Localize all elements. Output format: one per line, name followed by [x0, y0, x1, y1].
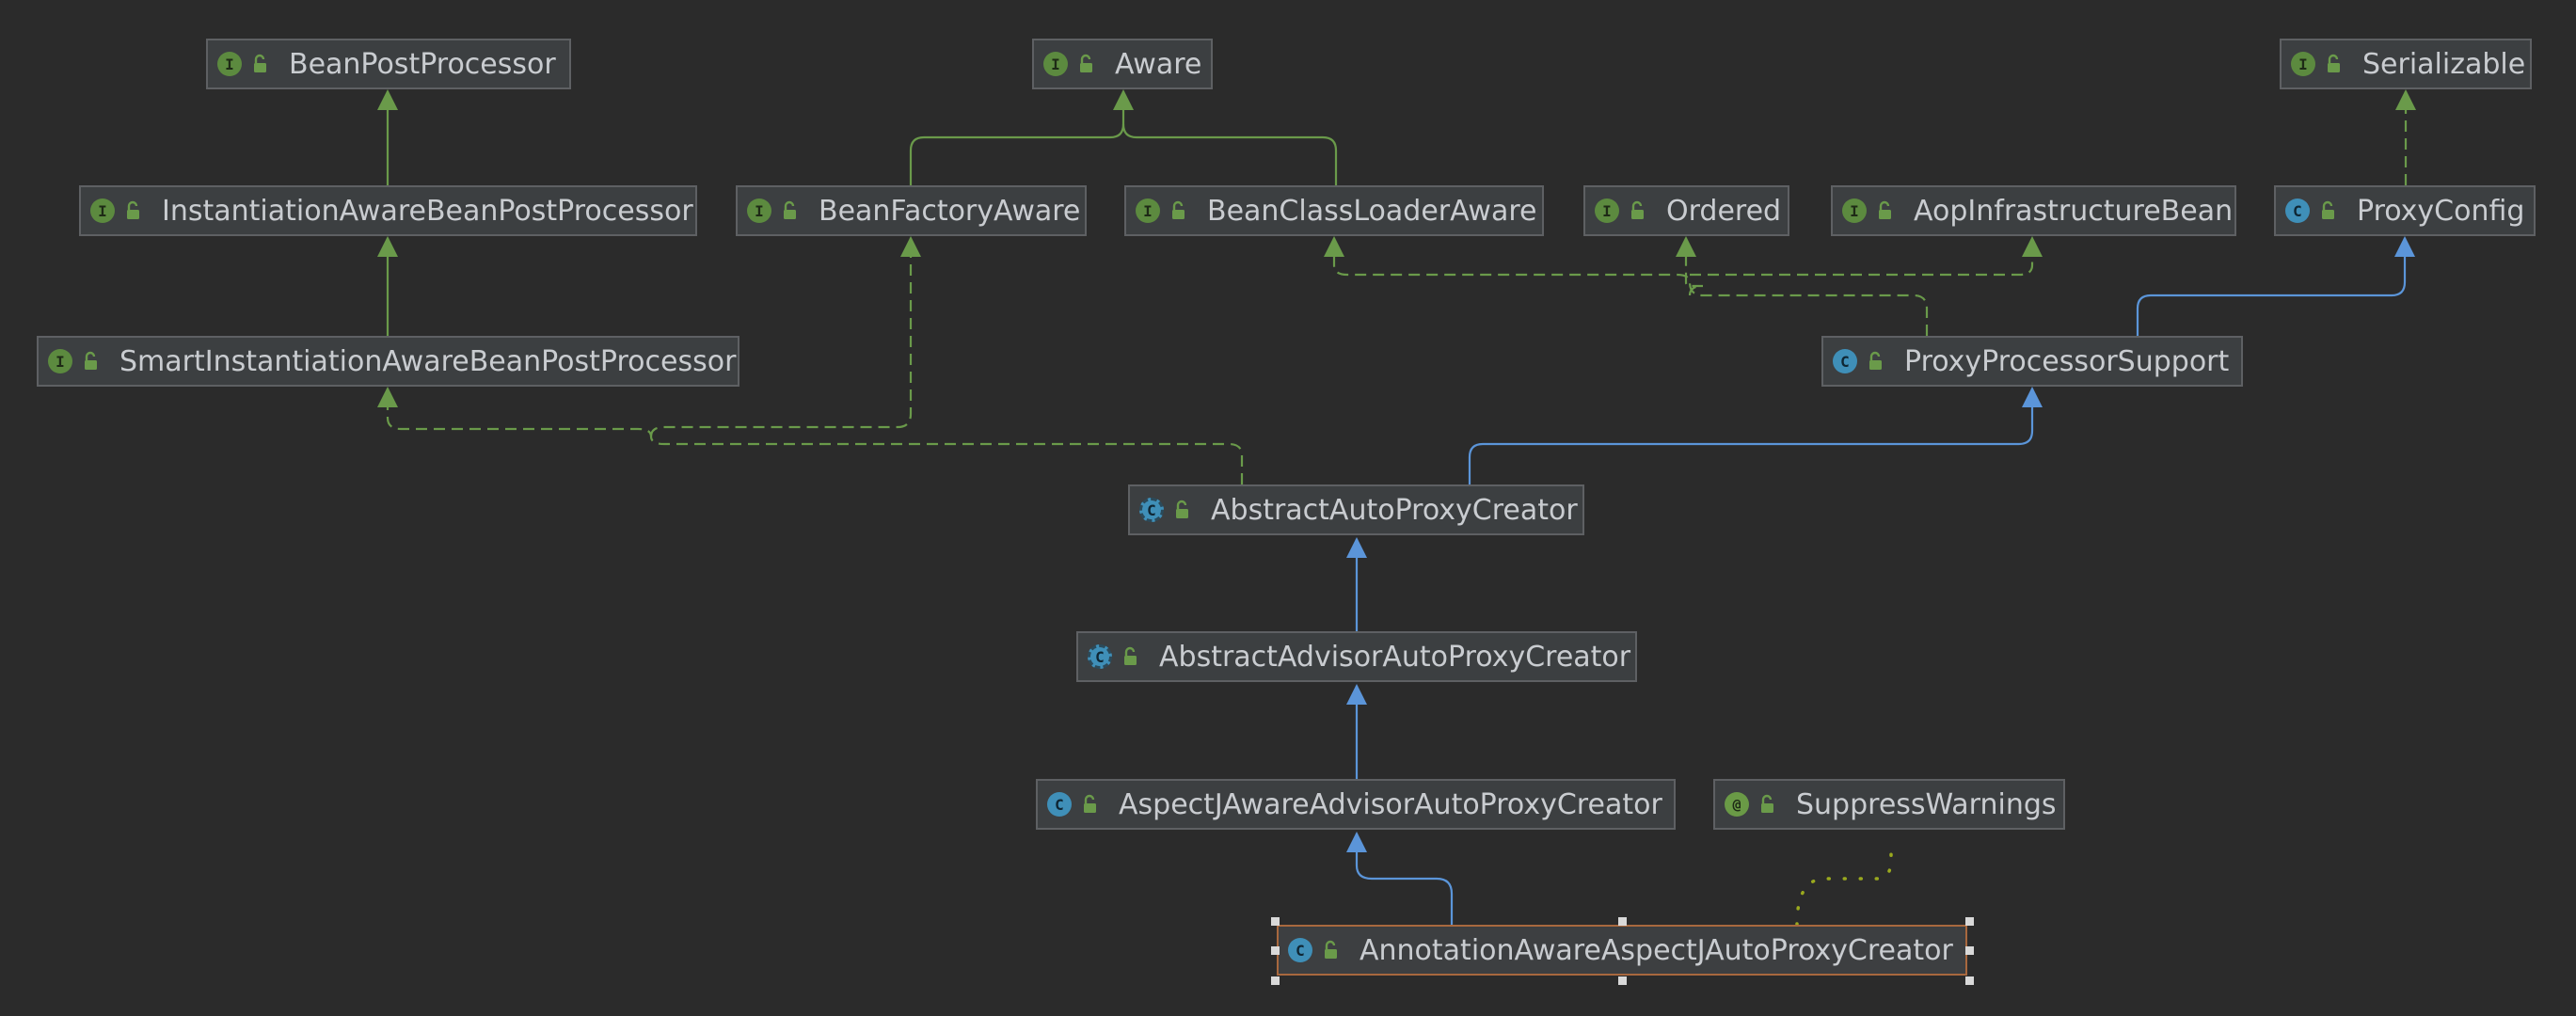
node-label: Aware [1115, 47, 1202, 81]
interface-icon: I [90, 198, 115, 223]
class-diagram-canvas[interactable]: I BeanPostProcessor I Aware I Serializable I In… [0, 0, 2576, 1016]
node-label: ProxyProcessorSupport [1904, 344, 2230, 378]
edge-annotated-aaajapc-to-sw [1795, 841, 1893, 927]
public-lock-icon [1631, 200, 1644, 219]
abstract-class-icon: C [1088, 644, 1112, 669]
node-ajaapc[interactable]: C AspectJAwareAdvisorAutoProxyCreator [1036, 779, 1676, 830]
node-bpp[interactable]: I BeanPostProcessor [206, 39, 571, 89]
class-icon: C [1288, 938, 1312, 962]
public-lock-icon [2322, 200, 2334, 219]
arrow-head [1324, 236, 1344, 257]
public-lock-icon [1325, 940, 1337, 959]
resize-handle[interactable] [1271, 917, 1280, 926]
arrow-head [900, 236, 921, 257]
edge-extends-aapc-to-pps [1468, 389, 2034, 484]
arrow-head [2022, 387, 2043, 407]
arrow-head [1676, 236, 1696, 257]
public-lock-icon [127, 200, 139, 219]
arrow-head [2394, 236, 2415, 257]
edge-extends-interface-bcla-to-aware [1121, 123, 1338, 185]
interface-icon: I [2291, 52, 2315, 76]
node-ordered[interactable]: I Ordered [1583, 185, 1789, 236]
node-label: AbstractAdvisorAutoProxyCreator [1159, 640, 1631, 674]
arrow-head [2022, 236, 2043, 257]
public-lock-icon [1761, 794, 1773, 813]
arrow-head [1113, 89, 1134, 110]
node-label: ProxyConfig [2357, 194, 2525, 228]
interface-icon: I [747, 198, 771, 223]
node-aaapc[interactable]: C AbstractAdvisorAutoProxyCreator [1076, 631, 1637, 682]
edge-implements-pps-to-bcla [1332, 238, 1929, 336]
edge-extends-interface-bfa-to-aware [909, 91, 1125, 185]
resize-handle[interactable] [1618, 976, 1627, 985]
public-lock-icon [2328, 54, 2340, 72]
arrow-head [2395, 89, 2416, 110]
public-lock-icon [85, 351, 97, 370]
resize-handle[interactable] [1271, 946, 1280, 955]
edge-implements-pps-to-aib [1690, 238, 2034, 277]
interface-icon: I [217, 52, 242, 76]
arrow-head [377, 89, 398, 110]
edge-extends-pps-to-proxyconfig [2136, 238, 2407, 336]
node-bcla[interactable]: I BeanClassLoaderAware [1124, 185, 1544, 236]
interface-icon: I [1043, 52, 1068, 76]
node-aapc[interactable]: C AbstractAutoProxyCreator [1128, 484, 1584, 535]
public-lock-icon [1869, 351, 1882, 370]
class-icon: C [1833, 349, 1857, 373]
node-label: AbstractAutoProxyCreator [1211, 493, 1578, 527]
node-label: AspectJAwareAdvisorAutoProxyCreator [1119, 787, 1662, 821]
node-label: AnnotationAwareAspectJAutoProxyCreator [1360, 933, 1953, 967]
node-label: BeanClassLoaderAware [1207, 194, 1537, 228]
node-proxyconfig[interactable]: C ProxyConfig [2274, 185, 2536, 236]
public-lock-icon [254, 54, 266, 72]
public-lock-icon [1879, 200, 1891, 219]
abstract-class-icon: C [1139, 498, 1164, 522]
node-serializable[interactable]: I Serializable [2280, 39, 2532, 89]
edge-implements-aapc-to-siabpp [386, 389, 1244, 484]
public-lock-icon [1124, 646, 1137, 665]
arrow-head [1346, 684, 1367, 705]
arrow-head [377, 236, 398, 257]
arrow-head [377, 387, 398, 407]
interface-icon: I [1136, 198, 1160, 223]
node-label: SmartInstantiationAwareBeanPostProcessor [119, 344, 737, 378]
class-icon: C [2285, 198, 2310, 223]
node-label: Ordered [1666, 194, 1782, 228]
node-pps[interactable]: C ProxyProcessorSupport [1821, 336, 2243, 387]
annotation-icon: @ [1725, 792, 1749, 817]
node-aaajapc[interactable]: C AnnotationAwareAspectJAutoProxyCreator [1277, 925, 1967, 976]
public-lock-icon [1176, 500, 1188, 518]
public-lock-icon [1172, 200, 1185, 219]
node-label: BeanFactoryAware [819, 194, 1081, 228]
arrow-head [1346, 537, 1367, 558]
node-label: InstantiationAwareBeanPostProcessor [162, 194, 693, 228]
node-label: Serializable [2362, 47, 2526, 81]
arrow-head [1346, 832, 1367, 852]
public-lock-icon [1080, 54, 1092, 72]
resize-handle[interactable] [1271, 976, 1280, 985]
node-aib[interactable]: I AopInfrastructureBean [1831, 185, 2236, 236]
resize-handle[interactable] [1965, 917, 1974, 926]
class-icon: C [1047, 792, 1072, 817]
node-siabpp[interactable]: I SmartInstantiationAwareBeanPostProcesso… [37, 336, 739, 387]
interface-icon: I [1595, 198, 1619, 223]
public-lock-icon [1084, 794, 1096, 813]
resize-handle[interactable] [1618, 917, 1627, 926]
edge-extends-aaajapc-to-ajaapc [1355, 833, 1454, 925]
interface-icon: I [1842, 198, 1867, 223]
node-aware[interactable]: I Aware [1032, 39, 1213, 89]
resize-handle[interactable] [1965, 946, 1974, 955]
node-iabpp[interactable]: I InstantiationAwareBeanPostProcessor [79, 185, 697, 236]
node-bfa[interactable]: I BeanFactoryAware [736, 185, 1087, 236]
resize-handle[interactable] [1965, 976, 1974, 985]
node-label: BeanPostProcessor [289, 47, 556, 81]
interface-icon: I [48, 349, 72, 373]
node-label: AopInfrastructureBean [1914, 194, 2234, 228]
public-lock-icon [784, 200, 796, 219]
node-label: SuppressWarnings [1796, 787, 2057, 821]
node-sw[interactable]: @ SuppressWarnings [1713, 779, 2065, 830]
